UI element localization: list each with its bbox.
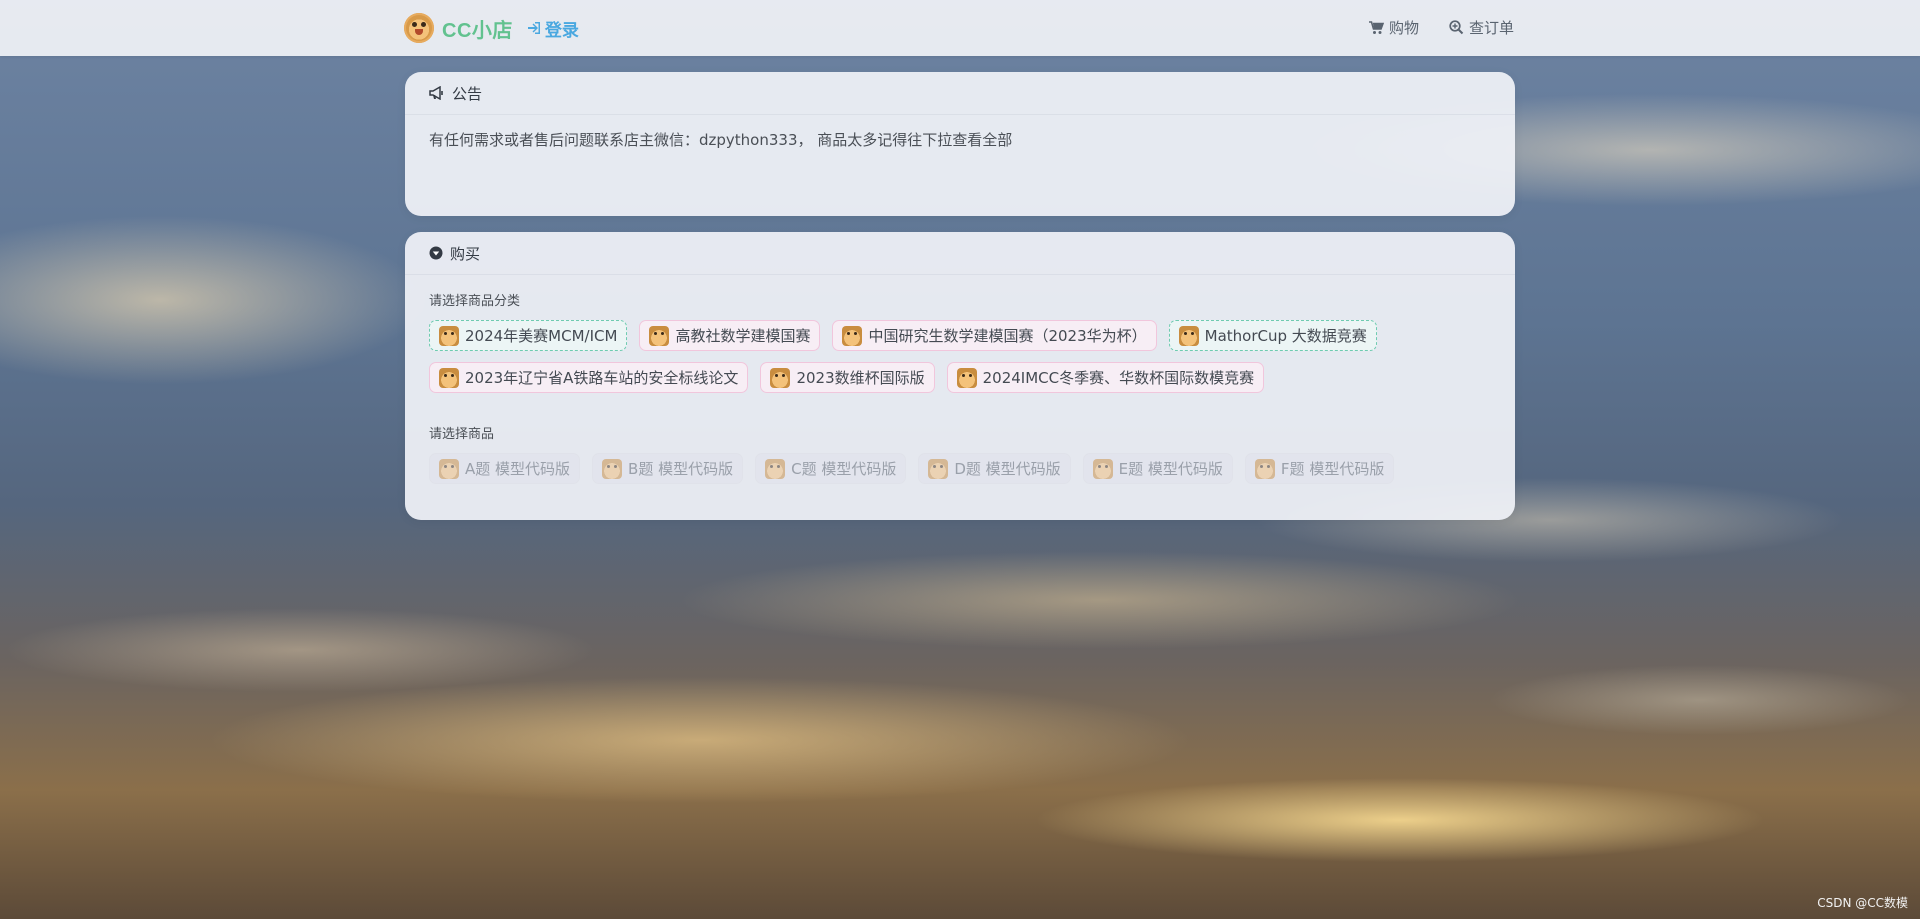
category-chip-mathorcup[interactable]: MathorCup 大数据竞赛 xyxy=(1168,320,1377,351)
nav-link-shop-label: 购物 xyxy=(1388,19,1419,37)
product-chip-a[interactable]: A题 模型代码版 xyxy=(429,453,581,484)
login-label: 登录 xyxy=(544,20,579,41)
bear-icon xyxy=(1254,458,1275,479)
bear-icon xyxy=(956,367,977,388)
notice-text: 有任何需求或者售后问题联系店主微信：dzpython333， 商品太多记得往下拉… xyxy=(429,131,1013,149)
product-chip-d[interactable]: D题 模型代码版 xyxy=(918,453,1071,484)
product-row: A题 模型代码版 B题 模型代码版 C题 模型代码版 D题 模型代码版 E题 模… xyxy=(429,453,1395,484)
product-chip-label: B题 模型代码版 xyxy=(628,460,734,478)
product-chip-label: A题 模型代码版 xyxy=(465,460,571,478)
nav-link-shop[interactable]: 购物 xyxy=(1368,17,1419,38)
category-chip-label: 2024年美赛MCM/ICM xyxy=(465,327,618,345)
nav-links: 购物 查订单 xyxy=(1368,17,1514,38)
product-label: 请选择商品 xyxy=(429,427,495,442)
category-chip-shuwei[interactable]: 2023数维杯国际版 xyxy=(760,362,935,393)
brand[interactable]: CC小店 登录 xyxy=(404,13,579,43)
buy-card: 购买 请选择商品分类 2024年美赛MCM/ICM 高教社数学建模国赛 中国研究… xyxy=(405,232,1515,520)
category-chip-graduate[interactable]: 中国研究生数学建模国赛（2023华为杯） xyxy=(832,320,1157,351)
bear-logo-icon xyxy=(404,13,434,43)
bear-icon xyxy=(765,458,786,479)
category-row-2: 2023年辽宁省A铁路车站的安全标线论文 2023数维杯国际版 2024IMCC… xyxy=(429,362,1265,393)
product-chip-f[interactable]: F题 模型代码版 xyxy=(1244,453,1395,484)
bear-icon xyxy=(770,367,791,388)
watermark: CSDN @CC数模 xyxy=(1817,896,1908,910)
caret-circle-down-icon xyxy=(429,246,443,260)
product-chip-b[interactable]: B题 模型代码版 xyxy=(592,453,744,484)
search-plus-icon xyxy=(1449,20,1464,35)
category-label: 请选择商品分类 xyxy=(429,294,521,309)
bear-icon xyxy=(1178,325,1199,346)
login-link[interactable]: 登录 xyxy=(527,16,579,41)
category-chip-label: MathorCup 大数据竞赛 xyxy=(1204,327,1367,345)
bear-icon xyxy=(439,325,459,346)
bear-icon xyxy=(928,458,949,479)
bear-icon xyxy=(439,458,459,479)
product-chip-e[interactable]: E题 模型代码版 xyxy=(1082,453,1233,484)
bear-icon xyxy=(602,458,623,479)
bear-icon xyxy=(842,325,863,346)
category-row-1: 2024年美赛MCM/ICM 高教社数学建模国赛 中国研究生数学建模国赛（202… xyxy=(429,320,1377,351)
notice-title: 公告 xyxy=(452,84,483,103)
nav-link-orders-label: 查订单 xyxy=(1468,19,1514,37)
category-chip-liaoning[interactable]: 2023年辽宁省A铁路车站的安全标线论文 xyxy=(429,362,749,393)
brand-name[interactable]: CC小店 xyxy=(442,14,513,43)
notice-header: 公告 xyxy=(405,72,1515,115)
top-navbar: CC小店 登录 购物 查订单 xyxy=(0,0,1920,56)
category-chip-imcc[interactable]: 2024IMCC冬季赛、华数杯国际数模竞赛 xyxy=(946,362,1265,393)
bear-icon xyxy=(439,367,459,388)
product-chip-label: F题 模型代码版 xyxy=(1280,460,1385,478)
category-chip-label: 2024IMCC冬季赛、华数杯国际数模竞赛 xyxy=(982,369,1255,387)
bear-icon xyxy=(649,325,670,346)
product-chip-label: C题 模型代码版 xyxy=(791,460,897,478)
notice-card: 公告 有任何需求或者售后问题联系店主微信：dzpython333， 商品太多记得… xyxy=(405,72,1515,216)
category-chip-label: 2023年辽宁省A铁路车站的安全标线论文 xyxy=(465,369,739,387)
cart-icon xyxy=(1368,20,1384,34)
category-chip-mcm[interactable]: 2024年美赛MCM/ICM xyxy=(429,320,628,351)
category-chip-label: 2023数维杯国际版 xyxy=(796,369,925,387)
buy-header: 购买 xyxy=(405,232,1515,275)
category-chip-national[interactable]: 高教社数学建模国赛 xyxy=(639,320,821,351)
category-chip-label: 高教社数学建模国赛 xyxy=(675,327,811,345)
category-chip-label: 中国研究生数学建模国赛（2023华为杯） xyxy=(868,327,1147,345)
product-chip-label: D题 模型代码版 xyxy=(954,460,1061,478)
buy-title: 购买 xyxy=(450,244,481,263)
nav-link-orders[interactable]: 查订单 xyxy=(1449,17,1514,38)
bear-icon xyxy=(1092,458,1113,479)
product-chip-label: E题 模型代码版 xyxy=(1118,460,1223,478)
sign-in-icon xyxy=(527,22,540,34)
megaphone-icon xyxy=(429,86,443,100)
product-chip-c[interactable]: C题 模型代码版 xyxy=(755,453,907,484)
